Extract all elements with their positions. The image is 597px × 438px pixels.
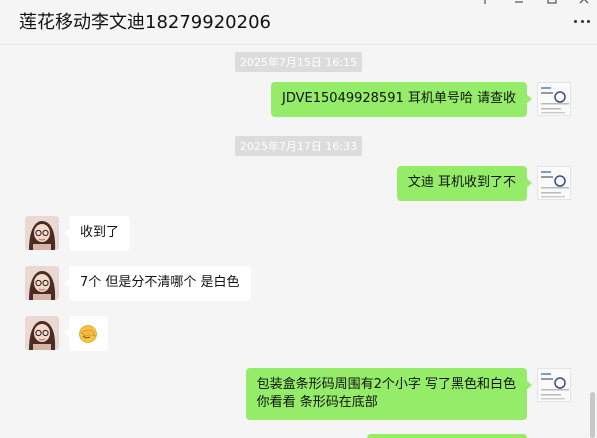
chat-scrollbar[interactable] [590, 392, 595, 438]
close-icon[interactable] [577, 0, 591, 6]
more-icon[interactable] [574, 18, 590, 24]
minimize-icon[interactable] [512, 0, 526, 6]
received-emoji-message[interactable] [64, 316, 108, 351]
self-avatar[interactable] [537, 82, 571, 116]
contact-avatar[interactable] [25, 316, 59, 350]
contact-avatar-image [25, 266, 59, 300]
timestamp: 2025年7月17日 16:33 [234, 136, 363, 156]
self-avatar-image [538, 83, 570, 115]
sent-message-line: 你看看 条形码在底部 [256, 395, 378, 410]
self-avatar[interactable] [537, 368, 571, 402]
sent-message[interactable]: 文迪 耳机收到了不 [396, 166, 533, 201]
chat-window: 莲花移动李文迪18279920206 2025年7月15日 16:15 JDVE… [0, 0, 597, 438]
sent-message-partial[interactable] [367, 434, 527, 438]
pin-icon[interactable] [478, 0, 492, 6]
facepalm-emoji-icon [79, 325, 97, 343]
timestamp-row: 2025年7月15日 16:15 [0, 52, 597, 72]
self-avatar-image [538, 167, 570, 199]
contact-avatar[interactable] [25, 216, 59, 250]
chat-title: 莲花移动李文迪18279920206 [19, 12, 271, 33]
chat-header: 莲花移动李文迪18279920206 [0, 0, 597, 45]
received-message[interactable]: 7个 但是分不清哪个 是白色 [64, 266, 251, 301]
contact-avatar[interactable] [25, 266, 59, 300]
timestamp: 2025年7月15日 16:15 [234, 52, 363, 72]
self-avatar-image [538, 369, 570, 401]
timestamp-row: 2025年7月17日 16:33 [0, 136, 597, 156]
maximize-icon[interactable] [545, 0, 559, 6]
contact-avatar-image [25, 316, 59, 350]
self-avatar[interactable] [537, 166, 571, 200]
received-message[interactable]: 收到了 [63, 216, 131, 251]
contact-avatar-image [25, 216, 59, 250]
sent-message-line: 包装盒条形码周围有2个小字 写了黑色和白色 [256, 377, 516, 392]
sent-message[interactable]: JDVE15049928591 耳机单号哈 请查收 [271, 82, 532, 117]
sent-message[interactable]: 包装盒条形码周围有2个小字 写了黑色和白色 你看看 条形码在底部 [245, 368, 533, 420]
